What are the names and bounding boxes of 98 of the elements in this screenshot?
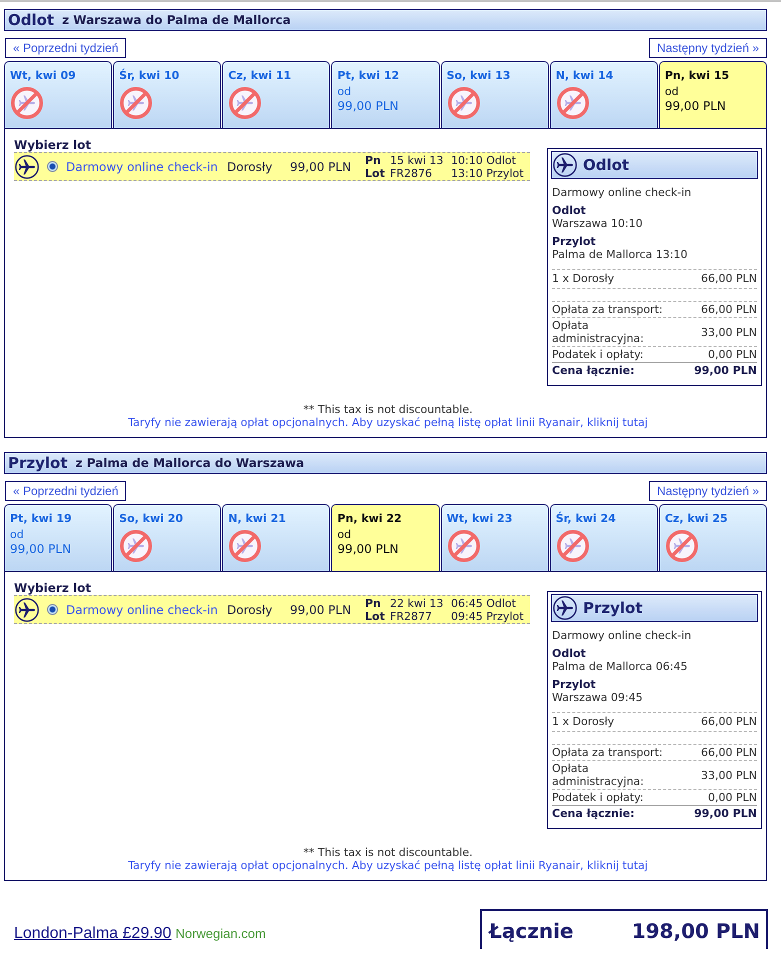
total-price-amount: 99,00 PLN xyxy=(694,364,757,377)
day-tab[interactable]: Cz, kwi 25 xyxy=(658,504,767,571)
charge-label: Opłata administracyjna: xyxy=(552,319,645,345)
leg-label: Przylot xyxy=(552,678,597,691)
passenger-type: Dorosły xyxy=(227,160,274,174)
departure-time: 10:10 Odlot xyxy=(451,154,517,166)
grand-total-amount: 198,00 PLN xyxy=(632,919,760,943)
next-week-button[interactable]: Następny tydzień » xyxy=(648,481,767,501)
fare-type-text: Darmowy online check-in xyxy=(552,186,692,199)
day-tab[interactable]: Cz, kwi 11 xyxy=(222,61,330,128)
route-text: z Palma de Mallorca do Warszawa xyxy=(76,456,304,470)
day-tab[interactable]: Pt, kwi 12 od 99,00 PLN xyxy=(331,61,440,128)
no-flight-icon xyxy=(448,87,480,119)
fare-link[interactable]: Darmowy online check-in xyxy=(66,602,227,616)
charge-label: Opłata za transport: xyxy=(552,746,664,759)
fare-type-text: Darmowy online check-in xyxy=(552,629,692,642)
total-price-label: Cena łącznie: xyxy=(552,807,636,820)
day-abbreviation: Pn xyxy=(365,154,382,166)
day-tab[interactable]: Pn, kwi 15 od 99,00 PLN xyxy=(658,61,767,128)
airplane-icon xyxy=(15,598,39,622)
flight-price: 99,00 PLN xyxy=(290,160,352,174)
leg-label: Odlot xyxy=(552,647,587,660)
flight-number: FR2877 xyxy=(390,610,433,622)
amount-text: 0,00 PLN xyxy=(708,791,757,804)
no-flight-icon xyxy=(11,87,43,119)
total-price-amount: 99,00 PLN xyxy=(694,807,757,820)
no-flight-icon xyxy=(120,530,152,562)
day-abbreviation: Pn xyxy=(365,596,382,610)
day-tab[interactable]: N, kwi 14 xyxy=(550,61,658,128)
section-title: Odlot xyxy=(8,11,54,29)
amount-text: 33,00 PLN xyxy=(701,326,757,338)
day-tab[interactable]: Wt, kwi 09 xyxy=(4,61,112,128)
next-week-button[interactable]: Następny tydzień » xyxy=(648,38,767,58)
flight-number: FR2876 xyxy=(390,166,433,180)
choose-flight-heading: Wybierz lot xyxy=(14,581,92,595)
day-tab[interactable]: Śr, kwi 10 xyxy=(113,61,222,128)
flight-row[interactable]: Darmowy online check-in Dorosły 99,00 PLN Pn 22 kwi 13 06:45 Odlot Lot FR2877 09:45 Przylot xyxy=(14,595,530,624)
passenger-count: 1 x Dorosły xyxy=(552,715,616,728)
flight-row[interactable]: Darmowy online check-in Dorosły 99,00 PLN Pn 15 kwi 13 10:10 Odlot Lot FR2876 13:10 Przylot xyxy=(14,152,530,181)
departure-time: 06:45 Odlot xyxy=(451,596,517,610)
leg-value: Warszawa 10:10 xyxy=(552,217,644,230)
amount-text: 33,00 PLN xyxy=(701,768,757,782)
arrival-time: 09:45 Przylot xyxy=(451,610,524,622)
tax-note: ** This tax is not discountable. xyxy=(303,846,473,859)
day-tab[interactable]: Śr, kwi 24 xyxy=(550,504,658,571)
grand-total-label: Łącznie xyxy=(489,919,574,943)
radio-button[interactable] xyxy=(47,604,58,615)
leg-label: Przylot xyxy=(552,235,597,248)
passenger-count: 1 x Dorosły xyxy=(552,272,616,285)
day-tab[interactable]: So, kwi 20 xyxy=(113,504,222,571)
summary-title: Odlot xyxy=(583,156,630,174)
no-flight-icon xyxy=(229,87,262,119)
fees-link[interactable]: Taryfy nie zawierają opłat opcjonalnych. Aby uzyskać pełną listę opłat linii Ryanair, kliknij tutaj xyxy=(128,416,648,429)
route-text: z Warszawa do Palma de Mallorca xyxy=(62,13,291,27)
day-tab[interactable]: Pt, kwi 19 od 99,00 PLN xyxy=(4,504,112,571)
total-price-label: Cena łącznie: xyxy=(552,364,636,377)
no-flight-icon xyxy=(556,87,589,119)
previous-week-button[interactable]: « Poprzedni tydzień xyxy=(5,481,126,501)
arrival-time: 13:10 Przylot xyxy=(451,166,524,180)
radio-button[interactable] xyxy=(47,161,58,172)
day-tab[interactable]: Pn, kwi 22 od 99,00 PLN xyxy=(331,504,440,571)
flight-date: 15 kwi 13 xyxy=(390,154,444,166)
fees-link[interactable]: Taryfy nie zawierają opłat opcjonalnych. Aby uzyskać pełną listę opłat linii Ryanair, kliknij tutaj xyxy=(128,859,648,872)
amount-text: 0,00 PLN xyxy=(708,348,757,361)
leg-value: Palma de Mallorca 13:10 xyxy=(552,248,688,261)
flight-date: 22 kwi 13 xyxy=(390,596,444,610)
summary-title: Przylot xyxy=(583,599,643,617)
flight-price: 99,00 PLN xyxy=(290,602,352,616)
no-flight-icon xyxy=(556,530,589,562)
leg-value: Warszawa 09:45 xyxy=(552,691,644,704)
no-flight-icon xyxy=(120,87,152,119)
no-flight-icon xyxy=(229,530,262,562)
amount-text: 66,00 PLN xyxy=(701,715,757,728)
ad-title-link[interactable]: London-Palma £29.90 xyxy=(14,925,172,943)
day-tab[interactable]: Wt, kwi 23 xyxy=(440,504,549,571)
passenger-type: Dorosły xyxy=(227,602,274,616)
airplane-icon xyxy=(15,154,39,178)
day-tab[interactable]: So, kwi 13 xyxy=(440,61,549,128)
amount-text: 66,00 PLN xyxy=(701,746,757,759)
section-title: Przylot xyxy=(8,454,68,472)
previous-week-button[interactable]: « Poprzedni tydzień xyxy=(5,38,126,58)
flight-label: Lot xyxy=(365,610,386,622)
tax-note: ** This tax is not discountable. xyxy=(303,403,473,416)
fare-link[interactable]: Darmowy online check-in xyxy=(66,160,227,174)
amount-text: 66,00 PLN xyxy=(701,303,757,316)
charge-label: Opłata za transport: xyxy=(552,303,664,316)
day-tab[interactable]: N, kwi 21 xyxy=(222,504,330,571)
no-flight-icon xyxy=(448,530,480,562)
flight-label: Lot xyxy=(365,166,386,180)
leg-label: Odlot xyxy=(552,204,587,217)
ad-domain-text: Norwegian.com xyxy=(175,926,266,941)
amount-text: 66,00 PLN xyxy=(701,272,757,285)
charge-label: Podatek i opłaty: xyxy=(552,791,645,804)
charge-label: Opłata administracyjna: xyxy=(552,762,645,788)
charge-label: Podatek i opłaty: xyxy=(552,348,645,361)
choose-flight-heading: Wybierz lot xyxy=(14,138,92,152)
no-flight-icon xyxy=(666,530,698,562)
leg-value: Palma de Mallorca 06:45 xyxy=(552,660,688,673)
